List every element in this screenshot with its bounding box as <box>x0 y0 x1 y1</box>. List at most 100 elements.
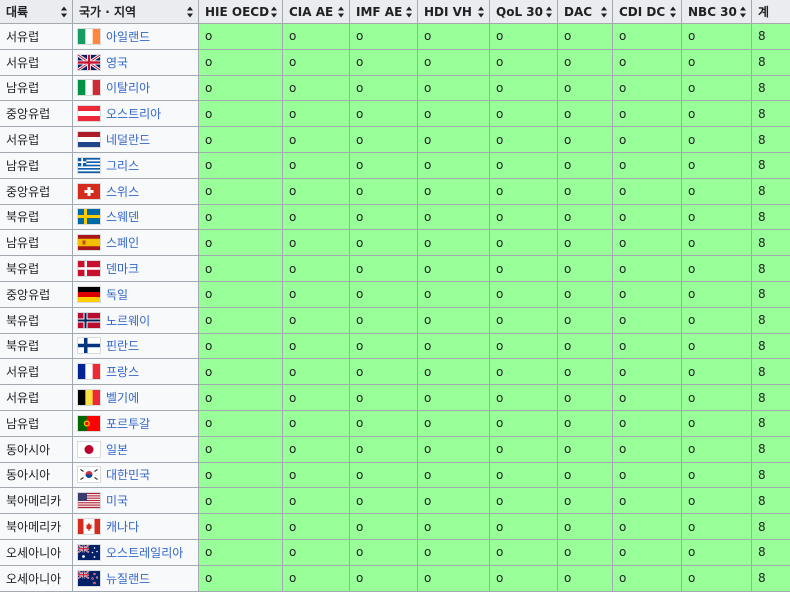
cdi-dc-mark-cell: o <box>613 204 682 230</box>
belgium-flag[interactable] <box>78 390 100 405</box>
netherlands-flag[interactable] <box>78 132 100 147</box>
header-dac[interactable]: DAC <box>558 0 613 24</box>
hie-oecd-mark-cell: o <box>199 565 283 591</box>
hdi-vh-mark-cell: o <box>418 101 490 127</box>
country-link[interactable]: 프랑스 <box>106 365 139 379</box>
hdi-vh-mark-cell: o <box>418 256 490 282</box>
header-label: HIE OECD <box>205 5 269 19</box>
total-cell: 8 <box>752 204 790 230</box>
country-link[interactable]: 영국 <box>106 56 128 70</box>
hie-oecd-mark-cell: o <box>199 49 283 75</box>
france-flag[interactable] <box>78 364 100 379</box>
canada-flag[interactable] <box>78 519 100 534</box>
greece-flag[interactable] <box>78 158 100 173</box>
country-link[interactable]: 벨기에 <box>106 391 139 405</box>
hie-oecd-mark-cell: o <box>199 436 283 462</box>
country-link[interactable]: 뉴질랜드 <box>106 572 150 586</box>
country-link[interactable]: 이탈리아 <box>106 81 150 95</box>
country-link[interactable]: 핀란드 <box>106 339 139 353</box>
country-link[interactable]: 덴마크 <box>106 262 139 276</box>
country-link[interactable]: 그리스 <box>106 159 139 173</box>
japan-flag[interactable] <box>78 442 100 457</box>
sort-icon[interactable] <box>601 6 608 17</box>
header-label: HDI VH <box>424 5 472 19</box>
header-country[interactable]: 국가 · 지역 <box>73 0 199 24</box>
country-link[interactable]: 아일랜드 <box>106 30 150 44</box>
norway-flag[interactable] <box>78 313 100 328</box>
total-cell: 8 <box>752 410 790 436</box>
denmark-flag[interactable] <box>78 261 100 276</box>
dac-mark-cell: o <box>558 24 613 50</box>
austria-flag[interactable] <box>78 106 100 121</box>
header-cia-ae[interactable]: CIA AE <box>283 0 350 24</box>
sort-icon[interactable] <box>670 6 677 17</box>
country-link[interactable]: 오스트레일리아 <box>106 546 183 560</box>
sort-icon[interactable] <box>271 6 278 17</box>
country-link[interactable]: 스웨덴 <box>106 210 139 224</box>
hie-oecd-mark-cell: o <box>199 307 283 333</box>
dac-mark-cell: o <box>558 436 613 462</box>
imf-ae-mark-cell: o <box>350 436 418 462</box>
sort-icon[interactable] <box>546 6 553 17</box>
nbc-30-mark-cell: o <box>682 230 752 256</box>
south-korea-flag[interactable] <box>78 467 100 482</box>
cdi-dc-mark-cell: o <box>613 565 682 591</box>
sort-icon[interactable] <box>61 6 68 17</box>
country-link[interactable]: 오스트리아 <box>106 107 161 121</box>
dac-mark-cell: o <box>558 385 613 411</box>
header-hie-oecd[interactable]: HIE OECD <box>199 0 283 24</box>
country-link[interactable]: 스위스 <box>106 185 139 199</box>
cdi-dc-mark-cell: o <box>613 488 682 514</box>
cia-ae-mark-cell: o <box>283 359 350 385</box>
country-link[interactable]: 캐나다 <box>106 520 139 534</box>
table-row: 남유럽포르투갈oooooooo8 <box>0 410 790 436</box>
ireland-flag[interactable] <box>78 29 100 44</box>
country-link[interactable]: 포르투갈 <box>106 417 150 431</box>
imf-ae-mark-cell: o <box>350 565 418 591</box>
cia-ae-mark-cell: o <box>283 462 350 488</box>
uk-flag[interactable] <box>78 55 100 70</box>
sort-icon[interactable] <box>187 6 194 17</box>
region-cell: 중앙유럽 <box>0 178 73 204</box>
country-cell: 독일 <box>73 281 199 307</box>
country-cell: 뉴질랜드 <box>73 565 199 591</box>
italy-flag[interactable] <box>78 80 100 95</box>
country-link[interactable]: 독일 <box>106 288 128 302</box>
hdi-vh-mark-cell: o <box>418 514 490 540</box>
header-imf-ae[interactable]: IMF AE <box>350 0 418 24</box>
country-link[interactable]: 일본 <box>106 443 128 457</box>
sort-icon[interactable] <box>478 6 485 17</box>
header-qol-30[interactable]: QoL 30 <box>490 0 558 24</box>
header-continent[interactable]: 대륙 <box>0 0 73 24</box>
header-nbc-30[interactable]: NBC 30 <box>682 0 752 24</box>
header-cdi-dc[interactable]: CDI DC <box>613 0 682 24</box>
hdi-vh-mark-cell: o <box>418 385 490 411</box>
hdi-vh-mark-cell: o <box>418 565 490 591</box>
usa-flag[interactable] <box>78 493 100 508</box>
sort-icon[interactable] <box>406 6 413 17</box>
hdi-vh-mark-cell: o <box>418 152 490 178</box>
country-link[interactable]: 스페인 <box>106 236 139 250</box>
portugal-flag[interactable] <box>78 416 100 431</box>
header-hdi-vh[interactable]: HDI VH <box>418 0 490 24</box>
total-cell: 8 <box>752 307 790 333</box>
germany-flag[interactable] <box>78 287 100 302</box>
nbc-30-mark-cell: o <box>682 436 752 462</box>
sweden-flag[interactable] <box>78 209 100 224</box>
switzerland-flag[interactable] <box>78 184 100 199</box>
new-zealand-flag[interactable] <box>78 571 100 586</box>
sort-icon[interactable] <box>740 6 747 17</box>
qol-30-mark-cell: o <box>490 75 558 101</box>
country-link[interactable]: 네덜란드 <box>106 133 150 147</box>
country-link[interactable]: 미국 <box>106 494 128 508</box>
finland-flag[interactable] <box>78 338 100 353</box>
country-link[interactable]: 노르웨이 <box>106 314 150 328</box>
sort-icon[interactable] <box>338 6 345 17</box>
cia-ae-mark-cell: o <box>283 152 350 178</box>
hie-oecd-mark-cell: o <box>199 410 283 436</box>
spain-flag[interactable] <box>78 235 100 250</box>
table-row: 서유럽영국oooooooo8 <box>0 49 790 75</box>
country-link[interactable]: 대한민국 <box>106 468 150 482</box>
dac-mark-cell: o <box>558 514 613 540</box>
australia-flag[interactable] <box>78 545 100 560</box>
